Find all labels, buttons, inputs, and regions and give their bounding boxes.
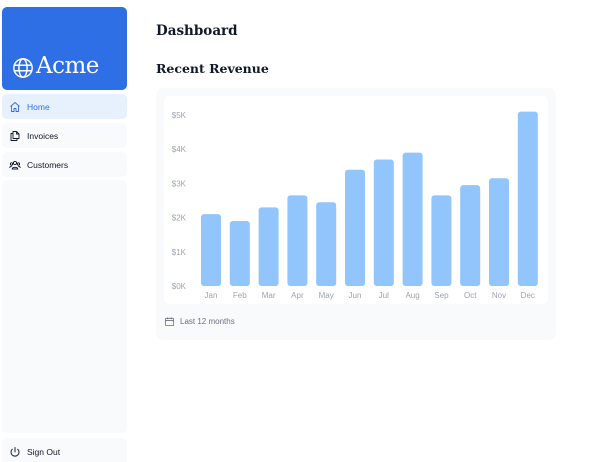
x-tick-label: Apr xyxy=(291,291,304,300)
revenue-bar-nov xyxy=(489,178,509,286)
chart-footer: Last 12 months xyxy=(164,316,235,327)
sidebar-spacer xyxy=(2,180,127,433)
x-tick-label: Sep xyxy=(434,291,449,300)
x-tick-label: Aug xyxy=(405,291,419,300)
revenue-chart-area: $5K $4K $3K $2K $1K $0K Jan Feb Mar Apr May Jun Jul A… xyxy=(164,96,548,304)
revenue-chart: $5K $4K $3K $2K $1K $0K Jan Feb Mar Apr May Jun Jul A… xyxy=(172,111,538,300)
y-tick-label: $2K xyxy=(172,214,187,223)
y-tick-label: $4K xyxy=(172,145,187,154)
sign-out-label: Sign Out xyxy=(27,446,61,457)
revenue-bar-jan xyxy=(201,214,221,286)
y-tick-label: $1K xyxy=(172,248,187,257)
sign-out-button[interactable]: Sign Out xyxy=(2,438,127,462)
y-tick-label: $0K xyxy=(172,282,187,291)
revenue-bar-jun xyxy=(345,169,365,286)
revenue-bar-aug xyxy=(402,152,423,286)
revenue-bar-apr xyxy=(287,195,308,286)
sidebar-item-customers[interactable]: Customers xyxy=(2,152,127,177)
sidebar-item-label: Home xyxy=(27,101,50,112)
power-icon xyxy=(9,446,21,458)
document-duplicate-icon xyxy=(9,130,21,142)
y-tick-label: $5K xyxy=(172,111,187,120)
revenue-chart-card: $5K $4K $3K $2K $1K $0K Jan Feb Mar Apr May Jun Jul A… xyxy=(156,88,556,340)
x-tick-label: Dec xyxy=(521,291,535,300)
y-tick-label: $3K xyxy=(172,179,187,188)
revenue-bar-feb xyxy=(229,221,250,286)
x-tick-label: Jan xyxy=(205,291,218,300)
sidebar-item-invoices[interactable]: Invoices xyxy=(2,123,127,148)
x-tick-label: Feb xyxy=(233,291,247,300)
logo-text: Acme xyxy=(36,53,99,79)
revenue-bar-sep xyxy=(431,195,452,286)
sidebar-item-label: Customers xyxy=(27,159,69,170)
revenue-bar-may xyxy=(316,202,337,286)
x-tick-label: May xyxy=(319,291,334,300)
calendar-icon xyxy=(164,316,175,327)
x-tick-label: Jul xyxy=(379,291,389,300)
x-tick-label: Jun xyxy=(349,291,362,300)
revenue-bar-mar xyxy=(258,207,279,286)
sidebar-item-label: Invoices xyxy=(27,130,59,141)
sidebar: Acme Home Invoices Customers Sign Out xyxy=(2,7,127,462)
page-title: Dashboard xyxy=(156,23,238,39)
x-tick-label: Mar xyxy=(262,291,276,300)
sidebar-item-home[interactable]: Home xyxy=(2,94,127,119)
revenue-bar-dec xyxy=(517,111,538,286)
home-icon xyxy=(9,101,21,113)
x-tick-label: Oct xyxy=(464,291,477,300)
globe-icon xyxy=(13,58,33,78)
revenue-bar-oct xyxy=(460,185,481,286)
revenue-bar-jul xyxy=(373,159,394,286)
section-title: Recent Revenue xyxy=(156,61,269,76)
user-group-icon xyxy=(9,159,21,171)
logo-link[interactable]: Acme xyxy=(2,7,127,90)
chart-period-label: Last 12 months xyxy=(180,317,235,326)
x-tick-label: Nov xyxy=(492,291,506,300)
